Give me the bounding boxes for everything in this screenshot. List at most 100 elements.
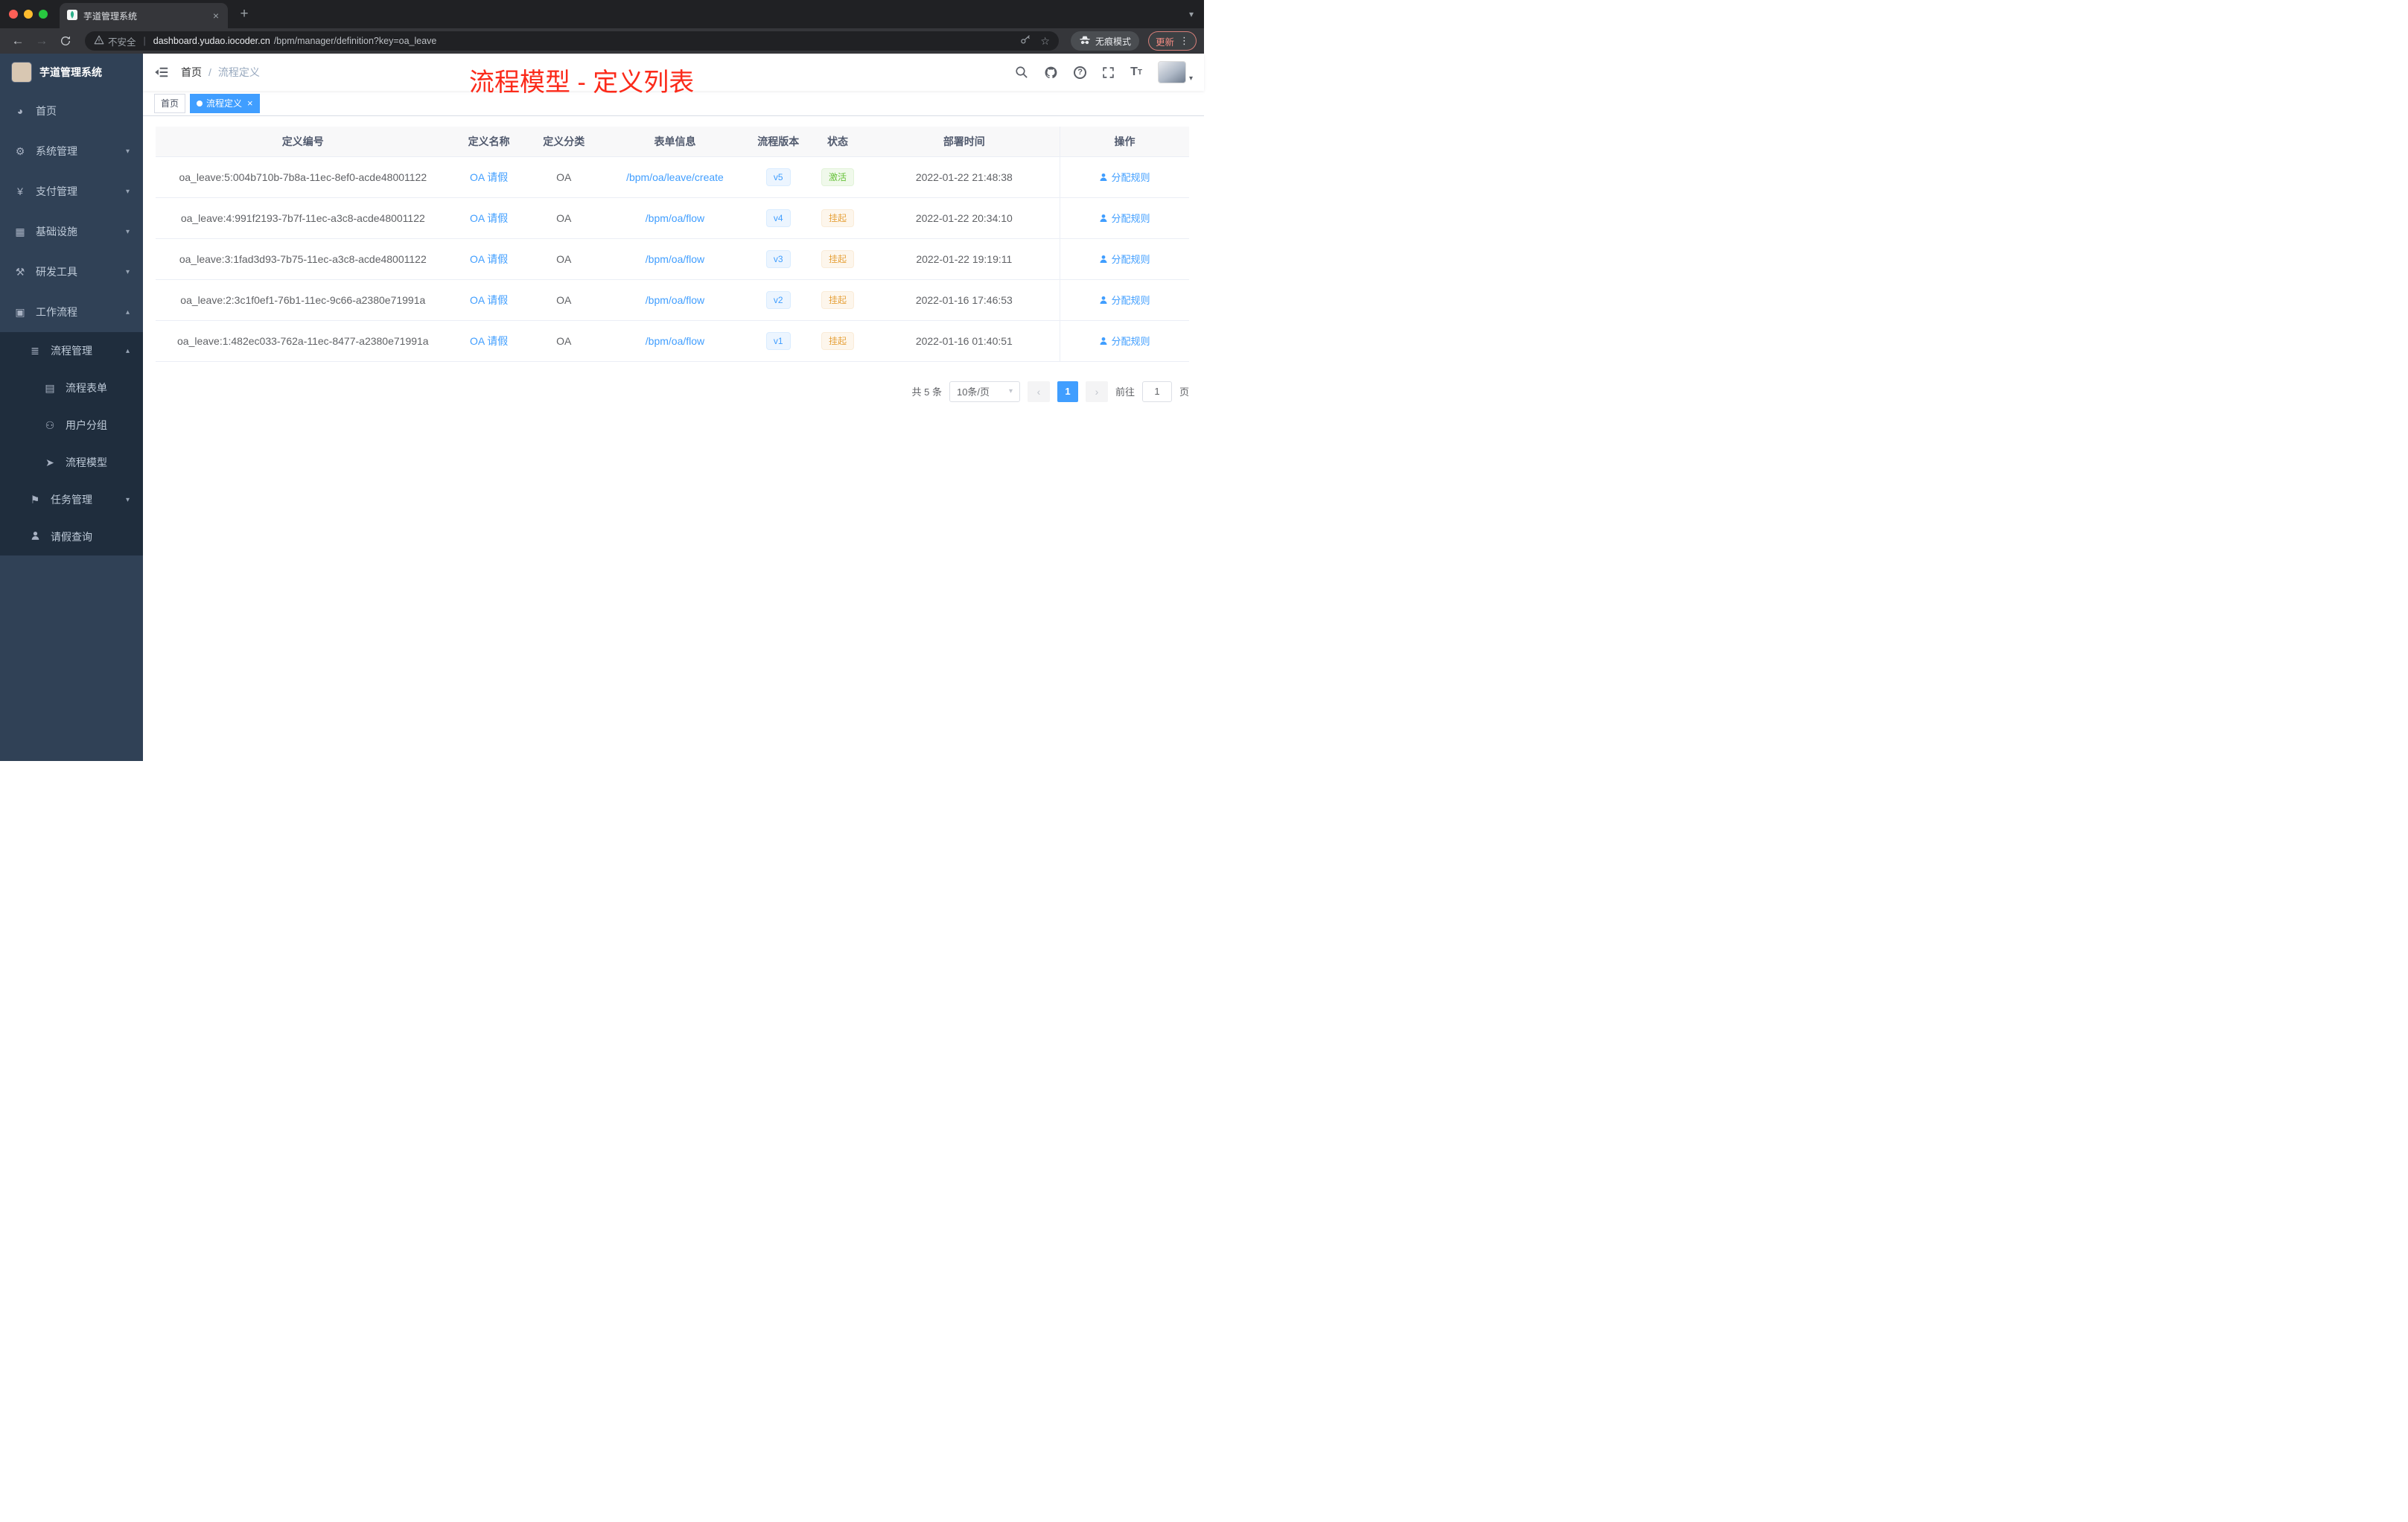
assign-rule-link[interactable]: 分配规则 xyxy=(1099,334,1150,348)
page-content: 定义编号 定义名称 定义分类 表单信息 流程版本 状态 部署时间 操作 oa_l xyxy=(143,116,1204,761)
page-size-select[interactable]: 10条/页 ▾ xyxy=(949,380,1020,402)
sidebar-item-workflow[interactable]: ▣ 工作流程 ▴ xyxy=(0,292,143,332)
definition-name-link[interactable]: OA 请假 xyxy=(470,253,508,265)
assign-rule-link[interactable]: 分配规则 xyxy=(1099,252,1150,266)
form-link[interactable]: /bpm/oa/flow xyxy=(646,253,704,265)
definition-name-link[interactable]: OA 请假 xyxy=(470,212,508,224)
browser-tab[interactable]: 芋道管理系统 × xyxy=(60,3,228,28)
hamburger-icon[interactable] xyxy=(154,65,169,80)
form-link[interactable]: /bpm/oa/flow xyxy=(646,294,704,306)
sidebar-item-devtools[interactable]: ⚒ 研发工具 ▾ xyxy=(0,252,143,292)
paper-plane-icon: ➤ xyxy=(45,456,54,468)
workflow-icon: ▣ xyxy=(15,305,25,318)
goto-page-input[interactable] xyxy=(1141,380,1172,402)
chevron-up-icon: ▴ xyxy=(125,346,130,355)
definition-name-link[interactable]: OA 请假 xyxy=(470,335,508,347)
address-bar[interactable]: 不安全 | dashboard.yudao.iocoder.cn/bpm/man… xyxy=(85,31,1059,51)
forward-button[interactable]: → xyxy=(31,31,52,51)
back-button[interactable]: ← xyxy=(7,31,28,51)
app: 芋道管理系统 ◕ 首页 ⚙ 系统管理 ▾ ¥ 支付管理 ▾ ▦ 基础设施 ▾ ⚒… xyxy=(0,54,1204,761)
github-icon[interactable] xyxy=(1044,66,1058,80)
status-tag: 挂起 xyxy=(821,208,855,227)
sidebar-item-home[interactable]: ◕ 首页 xyxy=(0,91,143,131)
tab-search-caret-icon[interactable]: ▾ xyxy=(1189,9,1194,19)
definition-id: oa_leave:1:482ec033-762a-11ec-8477-a2380… xyxy=(156,320,450,362)
column-header-version: 流程版本 xyxy=(750,127,807,157)
version-tag: v3 xyxy=(765,249,791,268)
window-close-button[interactable] xyxy=(9,10,18,19)
form-link[interactable]: /bpm/oa/flow xyxy=(646,335,704,347)
password-key-icon[interactable] xyxy=(1020,34,1031,48)
column-header-category: 定义分类 xyxy=(527,127,600,157)
pagination-total: 共 5 条 xyxy=(911,386,942,398)
sidebar-item-process-model[interactable]: ➤ 流程模型 xyxy=(0,444,143,481)
window-maximize-button[interactable] xyxy=(39,10,48,19)
next-page-button[interactable]: › xyxy=(1085,380,1108,402)
update-label[interactable]: 更新 xyxy=(1156,34,1174,48)
assign-rule-link[interactable]: 分配规则 xyxy=(1099,211,1150,225)
sidebar-item-payment[interactable]: ¥ 支付管理 ▾ xyxy=(0,171,143,211)
window-controls xyxy=(9,10,48,19)
app-logo-row[interactable]: 芋道管理系统 xyxy=(0,54,143,91)
help-icon[interactable]: ? xyxy=(1074,66,1087,79)
dashboard-icon: ◕ xyxy=(16,105,24,117)
definition-name-link[interactable]: OA 请假 xyxy=(470,294,508,306)
deploy-time: 2022-01-16 01:40:51 xyxy=(868,320,1060,362)
person-icon xyxy=(1100,337,1107,345)
sidebar-item-process-management[interactable]: ≣ 流程管理 ▴ xyxy=(0,332,143,369)
deploy-time: 2022-01-22 21:48:38 xyxy=(868,156,1060,198)
sidebar-item-leave-query[interactable]: 请假查询 xyxy=(0,518,143,555)
reload-button[interactable] xyxy=(55,31,76,51)
browser-menu-icon[interactable]: ⋮ xyxy=(1179,35,1189,47)
status-tag: 激活 xyxy=(821,168,855,186)
form-link[interactable]: /bpm/oa/leave/create xyxy=(626,171,724,183)
navbar-actions: ? TT ▾ xyxy=(1015,61,1193,83)
sidebar-item-infrastructure[interactable]: ▦ 基础设施 ▾ xyxy=(0,211,143,252)
column-header-status: 状态 xyxy=(806,127,869,157)
breadcrumb-separator: / xyxy=(208,66,211,78)
security-label[interactable]: 不安全 xyxy=(108,34,136,48)
window-minimize-button[interactable] xyxy=(24,10,33,19)
user-menu[interactable]: ▾ xyxy=(1157,61,1193,83)
sidebar-item-user-group[interactable]: ⚇ 用户分组 xyxy=(0,407,143,444)
sidebar-item-label: 请假查询 xyxy=(51,531,92,543)
app-title: 芋道管理系统 xyxy=(39,66,102,78)
font-size-icon[interactable]: TT xyxy=(1130,66,1142,79)
tag-close-icon[interactable]: × xyxy=(247,98,253,109)
avatar[interactable] xyxy=(1157,61,1186,83)
table-header-row: 定义编号 定义名称 定义分类 表单信息 流程版本 状态 部署时间 操作 xyxy=(156,127,1189,157)
person-icon xyxy=(28,531,42,543)
definition-name-link[interactable]: OA 请假 xyxy=(470,171,508,183)
version-tag: v4 xyxy=(765,208,791,227)
new-tab-button[interactable]: + xyxy=(234,4,255,25)
assign-rule-link[interactable]: 分配规则 xyxy=(1099,170,1150,184)
breadcrumb-home[interactable]: 首页 xyxy=(181,65,202,80)
breadcrumb-current: 流程定义 xyxy=(217,66,260,78)
sidebar-item-system[interactable]: ⚙ 系统管理 ▾ xyxy=(0,131,143,171)
sidebar-item-task-management[interactable]: ⚑ 任务管理 ▾ xyxy=(0,481,143,518)
incognito-icon xyxy=(1079,35,1091,48)
yen-icon: ¥ xyxy=(17,185,23,197)
fullscreen-icon[interactable] xyxy=(1102,66,1115,79)
column-header-deploy-time: 部署时间 xyxy=(868,127,1060,157)
not-secure-icon xyxy=(94,35,104,47)
tag-home[interactable]: 首页 xyxy=(154,93,186,113)
browser-update-button[interactable]: 更新 ⋮ xyxy=(1147,31,1197,51)
tab-close-icon[interactable]: × xyxy=(211,10,220,22)
definition-id: oa_leave:5:004b710b-7b8a-11ec-8ef0-acde4… xyxy=(156,156,450,198)
form-icon: ▤ xyxy=(45,381,55,394)
person-icon xyxy=(1100,255,1107,263)
prev-page-button[interactable]: ‹ xyxy=(1027,380,1050,402)
assign-rule-link[interactable]: 分配规则 xyxy=(1099,293,1150,307)
tag-label: 首页 xyxy=(161,98,179,109)
search-icon[interactable] xyxy=(1015,66,1028,79)
sidebar-item-label: 基础设施 xyxy=(36,226,77,238)
form-link[interactable]: /bpm/oa/flow xyxy=(646,212,704,224)
chevron-down-icon: ▾ xyxy=(125,147,130,156)
bookmark-star-icon[interactable]: ☆ xyxy=(1040,35,1050,48)
version-tag: v1 xyxy=(765,331,791,350)
page-number-1[interactable]: 1 xyxy=(1057,380,1078,402)
status-tag: 挂起 xyxy=(821,331,855,350)
tag-process-definition[interactable]: 流程定义 × xyxy=(190,93,260,113)
sidebar-item-process-form[interactable]: ▤ 流程表单 xyxy=(0,369,143,407)
